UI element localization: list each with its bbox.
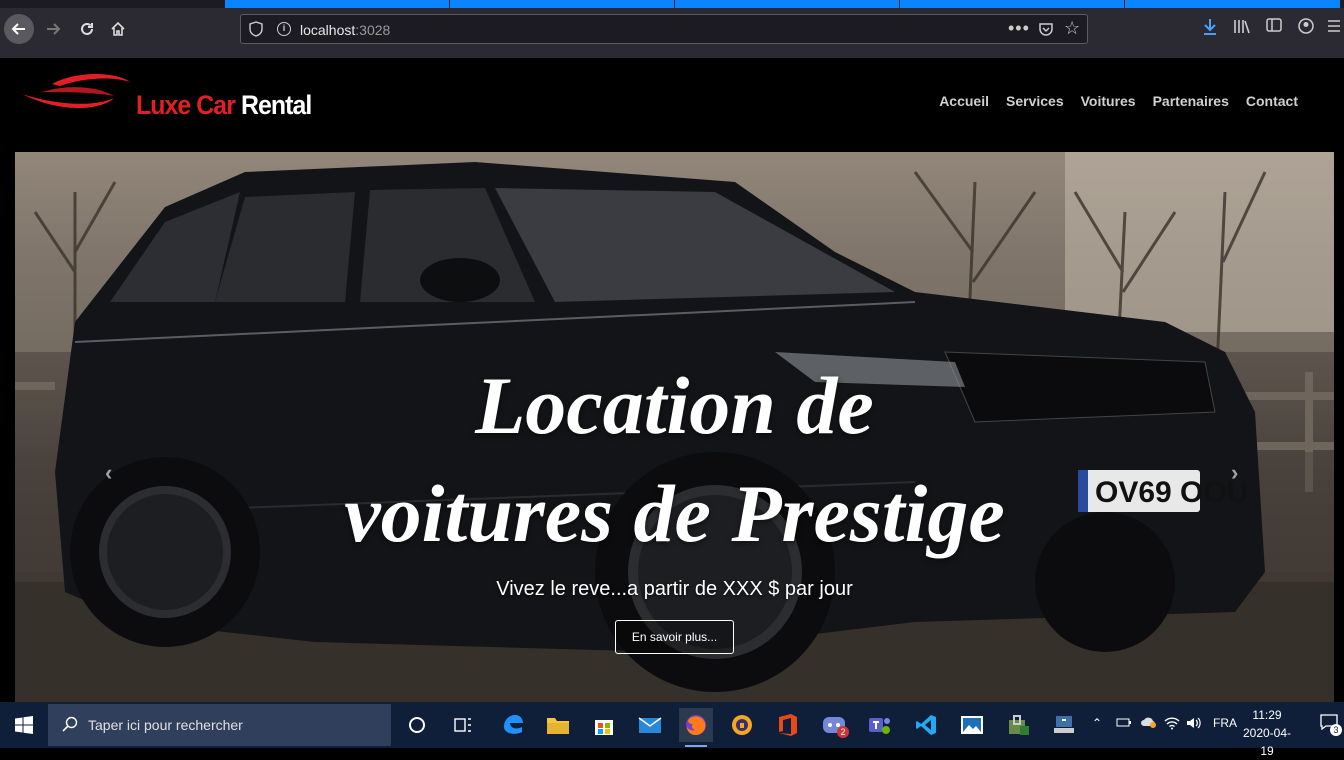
tray-chevron-icon[interactable]: ⌃ <box>1092 716 1102 730</box>
file-explorer-icon[interactable] <box>541 708 575 742</box>
tab-strip <box>0 0 1344 8</box>
shield-icon[interactable] <box>249 21 263 37</box>
nav-contact[interactable]: Contact <box>1246 93 1298 109</box>
info-icon[interactable]: i <box>277 22 291 36</box>
system-clock[interactable]: 11:29 2020-04-19 <box>1240 706 1294 760</box>
start-button[interactable] <box>0 702 48 748</box>
address-bar[interactable]: i localhost:3028 ••• ☆ <box>240 14 1088 44</box>
vscode-icon[interactable] <box>909 708 943 742</box>
nav-accueil[interactable]: Accueil <box>939 93 989 109</box>
security-app-icon[interactable] <box>1001 708 1035 742</box>
wifi-icon[interactable] <box>1164 716 1180 733</box>
battery-icon[interactable] <box>1116 716 1132 731</box>
hero-subtitle: Vivez le reve...a partir de XXX $ par jo… <box>496 578 853 600</box>
main-nav: Accueil Services Voitures Partenaires Co… <box>939 93 1298 109</box>
arrow-left-icon <box>11 23 25 35</box>
back-button[interactable] <box>4 14 34 44</box>
search-icon <box>62 716 78 732</box>
language-indicator[interactable]: FRA <box>1213 716 1237 730</box>
browser-toolbar: i localhost:3028 ••• ☆ <box>0 0 1344 58</box>
sidebar-icon[interactable] <box>1264 18 1284 38</box>
discord-badge: 2 <box>837 726 849 738</box>
download-icon[interactable] <box>1200 18 1220 38</box>
carousel-next-icon[interactable]: › <box>1231 460 1238 486</box>
hero-title-line1: Location de <box>475 360 874 451</box>
forward-button[interactable] <box>38 14 68 44</box>
web-page: Luxe Car Rental Accueil Services Voiture… <box>0 58 1344 702</box>
windows-taskbar: Taper ici pour rechercher 2 ⌃ FRA 11:29 … <box>0 702 1344 758</box>
photos-icon[interactable] <box>955 708 989 742</box>
hero-title-line2: voitures de Prestige <box>344 468 1005 559</box>
home-button[interactable] <box>103 14 133 44</box>
search-placeholder: Taper ici pour rechercher <box>88 717 243 733</box>
notification-center-icon[interactable]: 3 <box>1320 714 1342 736</box>
task-view-icon[interactable] <box>446 708 480 742</box>
reload-icon <box>81 22 93 35</box>
reload-button[interactable] <box>72 14 102 44</box>
page-actions-icon[interactable]: ••• <box>1008 18 1030 39</box>
discord-icon[interactable]: 2 <box>817 708 851 742</box>
arrow-right-icon <box>47 23 61 35</box>
nav-services[interactable]: Services <box>1006 93 1064 109</box>
tab-highlight <box>225 0 1340 8</box>
hero-title: Location de voitures de Prestige <box>15 352 1334 568</box>
brand-name-white: Rental <box>240 90 312 120</box>
url-text[interactable]: localhost:3028 <box>300 22 390 38</box>
vpn-icon[interactable] <box>725 708 759 742</box>
carousel-prev-icon[interactable]: ‹ <box>105 460 112 486</box>
clock-date: 2020-04-19 <box>1242 726 1292 758</box>
cortana-icon[interactable] <box>400 708 434 742</box>
menu-icon[interactable] <box>1324 18 1344 38</box>
firefox-icon[interactable] <box>679 708 713 747</box>
office-icon[interactable] <box>771 708 805 742</box>
windows-logo-icon <box>15 716 33 734</box>
nav-partenaires[interactable]: Partenaires <box>1153 93 1229 109</box>
store-icon[interactable] <box>587 708 621 742</box>
volume-icon[interactable] <box>1186 716 1202 733</box>
network-app-icon[interactable] <box>1047 708 1081 742</box>
clock-time: 11:29 <box>1252 708 1282 722</box>
account-icon[interactable] <box>1296 18 1316 38</box>
pocket-icon[interactable] <box>1038 21 1054 37</box>
learn-more-button[interactable]: En savoir plus... <box>615 620 734 654</box>
cloud-sync-icon[interactable] <box>1140 716 1158 731</box>
teams-icon[interactable] <box>863 708 897 742</box>
brand-name[interactable]: Luxe Car Rental <box>136 90 312 121</box>
edge-icon[interactable] <box>496 708 530 742</box>
brand-name-red: Luxe Car <box>136 90 236 120</box>
taskbar-search[interactable]: Taper ici pour rechercher <box>48 704 391 746</box>
mail-icon[interactable] <box>633 708 667 742</box>
hero-carousel: OV69 OOU Location de voitures de Prestig… <box>15 152 1334 702</box>
bookmark-star-icon[interactable]: ☆ <box>1064 18 1080 39</box>
brand-logo-swoosh[interactable] <box>22 70 142 110</box>
library-icon[interactable] <box>1232 18 1252 38</box>
home-icon <box>111 21 125 36</box>
nav-voitures[interactable]: Voitures <box>1081 93 1136 109</box>
notification-count: 3 <box>1330 724 1342 736</box>
